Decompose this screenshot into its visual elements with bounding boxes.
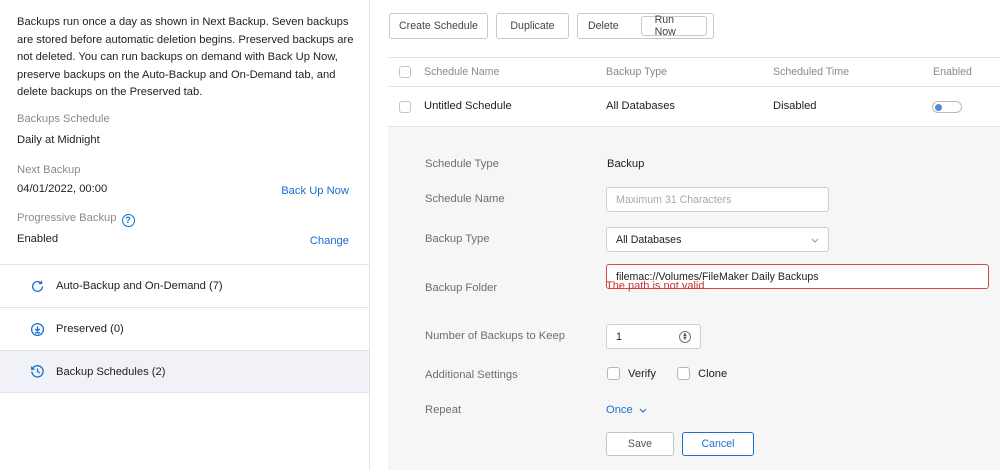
nav-item-label: Backup Schedules (2) bbox=[56, 365, 166, 378]
progressive-backup-value: Enabled bbox=[17, 233, 59, 245]
next-backup-value: 04/01/2022, 00:00 bbox=[17, 183, 108, 195]
repeat-value: Once bbox=[606, 404, 633, 416]
help-icon[interactable]: ? bbox=[121, 214, 135, 227]
table-header: Schedule Name Backup Type Scheduled Time… bbox=[388, 57, 1000, 86]
clone-label: Clone bbox=[698, 367, 728, 380]
backup-type-select[interactable]: All Databases bbox=[606, 227, 829, 252]
verify-label: Verify bbox=[628, 367, 656, 380]
stepper-arrows-icon[interactable]: ▲ ▼ bbox=[679, 330, 691, 343]
keep-count-label: Number of Backups to Keep bbox=[425, 330, 565, 342]
nav-item-preserved[interactable]: Preserved (0) bbox=[0, 307, 369, 350]
change-link[interactable]: Change bbox=[310, 235, 349, 247]
nav-item-auto-backup[interactable]: Auto-Backup and On-Demand (7) bbox=[0, 264, 369, 307]
nav-item-label: Preserved (0) bbox=[56, 323, 124, 335]
schedule-type-label: Schedule Type bbox=[425, 158, 499, 170]
backups-schedule-value: Daily at Midnight bbox=[17, 134, 100, 146]
preserved-icon bbox=[30, 322, 45, 337]
column-header[interactable]: Enabled bbox=[933, 66, 972, 78]
chevron-down-icon bbox=[811, 234, 819, 246]
backups-description: Backups run once a day as shown in Next … bbox=[17, 16, 354, 99]
backups-schedule-label: Backups Schedule bbox=[17, 113, 110, 125]
column-header[interactable]: Backup Type bbox=[606, 66, 667, 78]
schedules-panel: Create Schedule Duplicate Delete Run Now… bbox=[371, 0, 1000, 470]
nav-item-label: Auto-Backup and On-Demand (7) bbox=[56, 280, 223, 292]
nav-item-backup-schedules[interactable]: Backup Schedules (2) bbox=[0, 350, 369, 393]
scheduled-time-cell: Disabled bbox=[773, 100, 817, 112]
row-checkbox[interactable] bbox=[399, 101, 411, 113]
backups-sidebar: Backups run once a day as shown in Next … bbox=[0, 0, 370, 470]
duplicate-button[interactable]: Duplicate bbox=[496, 13, 569, 39]
delete-button[interactable]: Delete bbox=[584, 16, 623, 36]
chevron-down-icon bbox=[639, 408, 647, 413]
next-backup-label: Next Backup bbox=[17, 164, 81, 176]
select-all-checkbox[interactable] bbox=[399, 66, 411, 78]
schedule-name-cell: Untitled Schedule bbox=[424, 100, 512, 112]
column-header[interactable]: Scheduled Time bbox=[773, 66, 849, 78]
toolbar: Create Schedule Duplicate Delete Run Now bbox=[389, 13, 722, 39]
backup-folder-error: The path is not valid. bbox=[606, 280, 708, 292]
backup-type-cell: All Databases bbox=[606, 100, 676, 112]
run-now-button[interactable]: Run Now bbox=[640, 14, 707, 38]
save-button[interactable]: Save bbox=[606, 432, 674, 456]
schedule-detail-form: Schedule Type Backup Schedule Name Backu… bbox=[388, 126, 1000, 470]
toggle-knob bbox=[935, 103, 942, 111]
keep-count-stepper[interactable]: 1 ▲ ▼ bbox=[606, 324, 701, 349]
repeat-label: Repeat bbox=[425, 404, 462, 416]
schedule-name-input[interactable] bbox=[606, 187, 829, 212]
clone-checkbox[interactable]: Clone bbox=[677, 367, 727, 380]
verify-checkbox[interactable]: Verify bbox=[607, 367, 656, 380]
schedule-type-value: Backup bbox=[607, 158, 645, 170]
backup-folder-label: Backup Folder bbox=[425, 282, 498, 294]
history-clock-icon bbox=[30, 364, 45, 379]
enabled-toggle[interactable] bbox=[932, 101, 962, 113]
refresh-icon bbox=[30, 279, 45, 294]
progressive-backup-label: Progressive Backup bbox=[17, 212, 117, 224]
column-header[interactable]: Schedule Name bbox=[424, 66, 499, 78]
backup-type-selected: All Databases bbox=[616, 233, 682, 246]
progressive-backup-heading: Progressive Backup? bbox=[17, 212, 135, 227]
additional-settings-label: Additional Settings bbox=[425, 369, 518, 381]
repeat-dropdown[interactable]: Once bbox=[606, 404, 647, 416]
table-row[interactable]: Untitled Schedule All Databases Disabled bbox=[388, 86, 1000, 126]
keep-count-value: 1 bbox=[616, 330, 622, 343]
back-up-now-link[interactable]: Back Up Now bbox=[281, 185, 349, 197]
create-schedule-button[interactable]: Create Schedule bbox=[389, 13, 488, 39]
checkbox-box[interactable] bbox=[677, 367, 690, 380]
checkbox-box[interactable] bbox=[607, 367, 620, 380]
action-group: Delete Run Now bbox=[577, 13, 714, 39]
schedule-name-label: Schedule Name bbox=[425, 193, 505, 205]
backup-type-label: Backup Type bbox=[425, 233, 490, 245]
cancel-button[interactable]: Cancel bbox=[682, 432, 754, 456]
